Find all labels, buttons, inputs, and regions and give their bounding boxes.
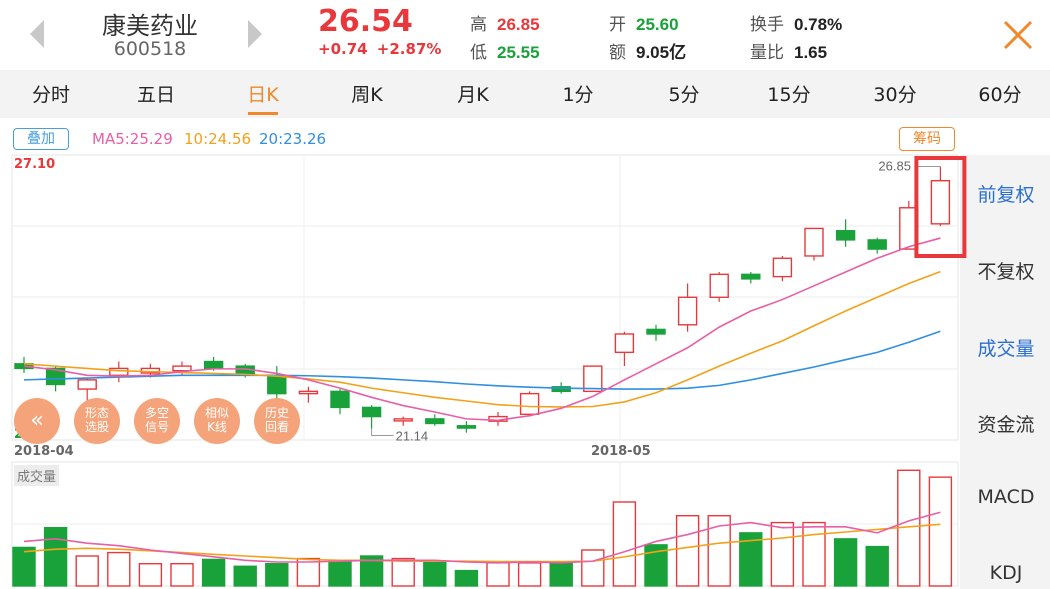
volume-bar bbox=[138, 563, 163, 587]
volume-bar bbox=[486, 562, 510, 587]
y-axis-max-label: 27.10 bbox=[14, 157, 56, 172]
candle-body bbox=[109, 367, 129, 376]
candle-body bbox=[677, 296, 698, 326]
volume-bar bbox=[107, 551, 131, 587]
candle-body bbox=[646, 328, 666, 335]
volume-pane-title: 成交量 bbox=[14, 465, 60, 486]
ma10-line bbox=[23, 270, 941, 408]
volume-bar bbox=[454, 569, 479, 587]
x-axis-label-apr: 2018-04 bbox=[14, 444, 74, 459]
candle-body bbox=[298, 390, 319, 395]
volume-bar bbox=[549, 562, 573, 587]
candle-body bbox=[741, 273, 761, 280]
bull-bear-line2: 信号 bbox=[144, 420, 169, 434]
high-annotation-label: 26.85 bbox=[878, 158, 911, 173]
pattern-select-button[interactable]: 形态 选股 bbox=[74, 398, 120, 444]
candle-body bbox=[519, 392, 540, 415]
volume-bar bbox=[612, 501, 637, 587]
low-annotation-label: 21.14 bbox=[396, 429, 429, 444]
candle-body bbox=[583, 365, 603, 393]
candle-body bbox=[330, 390, 350, 409]
candle-body bbox=[77, 379, 97, 390]
candle-body bbox=[772, 257, 793, 278]
volume-bar bbox=[675, 515, 700, 587]
volume-bar bbox=[423, 560, 447, 587]
ma5-line bbox=[23, 237, 941, 422]
candle-body bbox=[835, 230, 856, 241]
candle-body bbox=[361, 406, 382, 418]
candle-body bbox=[393, 418, 413, 422]
volume-bar bbox=[517, 562, 542, 587]
volume-bar bbox=[75, 555, 99, 587]
volume-bar bbox=[201, 558, 226, 587]
volume-bar bbox=[391, 557, 415, 587]
x-axis-label-may: 2018-05 bbox=[591, 444, 651, 459]
pattern-select-line1: 形态 bbox=[84, 406, 109, 420]
candle-body bbox=[172, 365, 192, 372]
bull-bear-line1: 多空 bbox=[144, 406, 169, 420]
candle-body bbox=[267, 374, 287, 395]
low-annotation-leader bbox=[371, 428, 394, 437]
volume-bar bbox=[581, 549, 605, 587]
volume-bar bbox=[328, 560, 352, 587]
kline-chart[interactable]: 26.85 21.14 bbox=[0, 0, 1050, 589]
history-review-button[interactable]: 历史 回看 bbox=[254, 398, 300, 444]
candle-body bbox=[425, 418, 445, 425]
candle-body bbox=[930, 180, 951, 225]
volume-bar bbox=[802, 521, 826, 587]
candle-body bbox=[709, 273, 729, 298]
volume-bar bbox=[43, 527, 68, 587]
volume-bar bbox=[770, 521, 795, 587]
similar-kline-line1: 相似 bbox=[204, 406, 229, 420]
history-review-line2: 回看 bbox=[264, 420, 289, 434]
collapse-left-icon[interactable]: « bbox=[14, 398, 60, 444]
candle-body bbox=[456, 425, 477, 429]
similar-kline-line2: K线 bbox=[207, 420, 227, 434]
volume-bar bbox=[833, 538, 858, 587]
candle-body bbox=[614, 333, 635, 354]
bull-bear-signal-button[interactable]: 多空 信号 bbox=[134, 398, 180, 444]
volume-bar bbox=[12, 546, 36, 587]
stock-kline-screen: 康美药业 600518 26.54 +0.74 +2.87% 高 26.85 低2… bbox=[0, 0, 1050, 589]
history-review-line1: 历史 bbox=[264, 406, 289, 420]
volume-bar bbox=[265, 563, 289, 587]
candle-body bbox=[867, 239, 887, 250]
pattern-select-line2: 选股 bbox=[84, 420, 109, 434]
volume-bar bbox=[928, 476, 953, 587]
volume-bar bbox=[233, 565, 257, 587]
candle-body bbox=[203, 360, 224, 370]
volume-bar bbox=[865, 545, 889, 587]
similar-kline-button[interactable]: 相似 K线 bbox=[194, 398, 240, 444]
candle-body bbox=[804, 227, 824, 257]
ma20-line bbox=[23, 330, 941, 390]
volume-bar bbox=[170, 563, 194, 587]
